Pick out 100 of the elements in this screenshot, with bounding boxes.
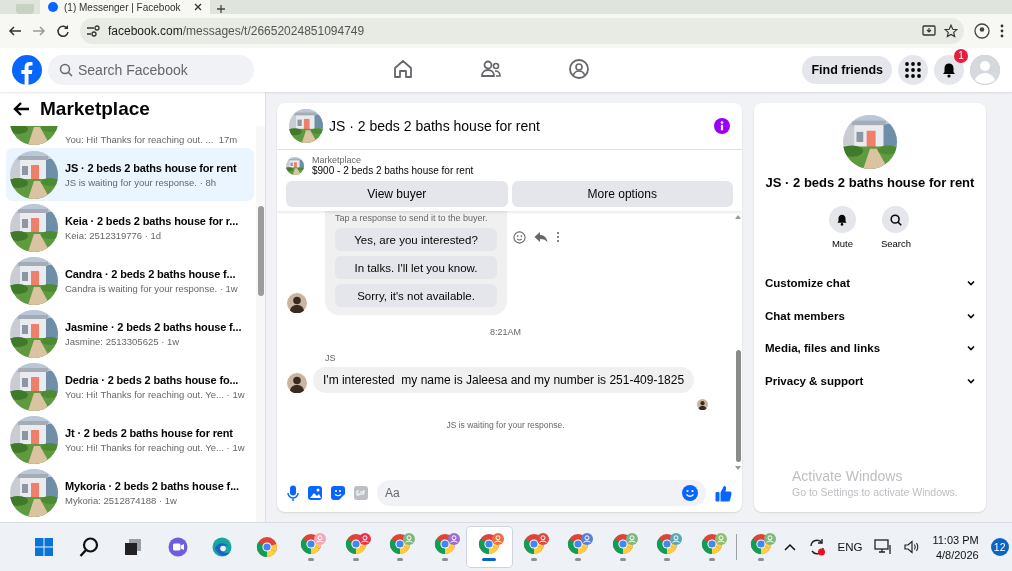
conversation-title: Candra · 2 beds 2 baths house f... bbox=[65, 267, 236, 280]
conversation-preview: You: Hi! Thanks for reaching out. Ye... · 1w bbox=[65, 388, 245, 400]
forward-icon[interactable] bbox=[32, 24, 46, 38]
chevron-icon bbox=[967, 377, 975, 384]
conversation-item[interactable]: Keia · 2 beds 2 baths house for r... Keia: 2512319776 · 1d bbox=[6, 201, 254, 254]
quick-reply-button[interactable]: Sorry, it's not available. bbox=[335, 284, 497, 307]
apps-menu-button[interactable] bbox=[898, 55, 928, 85]
conversation-name: JS · 2 beds 2 baths house for rent bbox=[765, 175, 975, 190]
conversation-preview: JS is waiting for your response. · 8h bbox=[65, 176, 216, 188]
info-icon[interactable] bbox=[714, 118, 730, 134]
clock[interactable]: 11:03 PM 4/8/2026 bbox=[932, 533, 979, 561]
action-button[interactable]: View buyer bbox=[286, 181, 508, 207]
conversation-item[interactable]: JS · 2 beds 2 baths house for rent JS is waiting for your response. · 8h bbox=[6, 148, 254, 201]
conversation-preview: Mykoria: 2512874188 · 1w bbox=[65, 494, 177, 506]
browser-icon bbox=[211, 536, 234, 558]
browser-icon bbox=[255, 536, 278, 558]
reload-icon[interactable] bbox=[56, 24, 70, 38]
back-icon[interactable] bbox=[8, 24, 22, 38]
site-info-icon bbox=[86, 25, 100, 37]
chevron-icon bbox=[967, 312, 975, 319]
avatar-icon bbox=[287, 293, 307, 313]
conversation-item[interactable]: Jasmine · 2 beds 2 baths house f... Jasmine: 2513305625 · 1w bbox=[6, 307, 254, 360]
scroll-up-icon[interactable] bbox=[735, 215, 741, 219]
conversation-item[interactable]: You: Hi! Thanks for reaching out. ... 17m bbox=[6, 126, 254, 148]
conversation-title: Jt · 2 beds 2 baths house for rent bbox=[65, 426, 233, 439]
bell-icon bbox=[941, 62, 957, 78]
conversation-preview: Jasmine: 2513305625 · 1w bbox=[65, 335, 180, 347]
avatar-icon bbox=[970, 55, 1000, 85]
notification-badge: 1 bbox=[954, 49, 968, 63]
emoji-icon[interactable] bbox=[513, 230, 526, 244]
sticker-icon[interactable] bbox=[331, 486, 345, 500]
seen-avatar-icon bbox=[697, 399, 708, 410]
section-header[interactable]: Chat members bbox=[765, 299, 975, 332]
find-friends-button[interactable]: Find friends bbox=[802, 56, 892, 84]
network-icon[interactable] bbox=[874, 539, 893, 555]
address-bar[interactable]: facebook.com/messages/t/26652024851094749 bbox=[80, 18, 964, 44]
message-field[interactable]: Aa bbox=[377, 480, 706, 506]
scroll-down-icon[interactable] bbox=[735, 466, 741, 470]
panel-title: Marketplace bbox=[40, 98, 150, 120]
notification-badge[interactable]: 12 bbox=[990, 538, 1009, 556]
quick-reply-hint: Tap a response to send it to the buyer. bbox=[335, 213, 489, 223]
conversation-preview: Keia: 2512319776 · 1d bbox=[65, 229, 162, 241]
conversation-preview: Candra is waiting for your response. · 1w bbox=[65, 282, 238, 294]
listing-title[interactable]: $900 - 2 beds 2 baths house for rent bbox=[312, 165, 474, 176]
message-bubble: I'm interested my name is Jaleesa and my number is 251-409-1825 bbox=[313, 367, 695, 393]
quick-reply-button[interactable]: Yes, are you interested? bbox=[335, 228, 497, 251]
install-icon[interactable] bbox=[922, 25, 936, 37]
chevron-up-icon[interactable] bbox=[783, 543, 796, 551]
menu-icon[interactable] bbox=[1000, 24, 1004, 38]
action-button[interactable]: More options bbox=[511, 181, 733, 207]
sync-icon[interactable] bbox=[807, 538, 826, 556]
chat-title: JS · 2 beds 2 baths house for rent bbox=[329, 118, 541, 134]
facebook-logo-icon bbox=[48, 2, 58, 12]
search-icon bbox=[77, 536, 100, 558]
close-icon[interactable] bbox=[194, 3, 202, 11]
photo-icon[interactable] bbox=[308, 486, 322, 500]
quick-reply-button[interactable]: In talks. I'll let you know. bbox=[335, 256, 497, 279]
facebook-logo-icon[interactable] bbox=[12, 55, 42, 85]
chevron-icon bbox=[967, 280, 975, 287]
section-header[interactable]: Privacy & support bbox=[765, 364, 975, 397]
avatar-icon bbox=[287, 373, 307, 393]
status-text: JS is waiting for your response. bbox=[445, 420, 566, 430]
search-icon bbox=[889, 212, 903, 227]
section-header[interactable]: Customize chat bbox=[765, 267, 975, 300]
conversation-title: Keia · 2 beds 2 baths house for r... bbox=[65, 214, 239, 227]
new-tab-icon[interactable] bbox=[216, 4, 226, 14]
conversation-preview: You: Hi! Thanks for reaching out. Ye... · 1w bbox=[65, 441, 245, 453]
section-header[interactable]: Media, files and links bbox=[765, 332, 975, 365]
scrollbar[interactable] bbox=[256, 126, 265, 522]
chevron-icon bbox=[967, 345, 975, 352]
message-time: 8:21AM bbox=[489, 327, 522, 337]
conversation-title: Dedria · 2 beds 2 baths house fo... bbox=[65, 373, 239, 386]
bookmark-star-icon[interactable] bbox=[944, 24, 958, 38]
start-icon bbox=[33, 536, 56, 558]
activation-text: Go to Settings to activate Windows. bbox=[792, 486, 959, 498]
listing-source: Marketplace bbox=[312, 155, 363, 165]
thumbs-up-icon[interactable] bbox=[715, 484, 732, 502]
conversation-item[interactable]: Candra · 2 beds 2 baths house f... Candra is waiting for your response. · 1w bbox=[6, 254, 254, 307]
more-icon[interactable] bbox=[556, 231, 560, 243]
conversation-title: Mykoria · 2 beds 2 baths house f... bbox=[65, 479, 239, 492]
reply-icon[interactable] bbox=[534, 231, 548, 243]
conversation-item[interactable]: Mykoria · 2 beds 2 baths house f... Mykoria: 2512874188 · 1w bbox=[6, 466, 254, 519]
search-icon bbox=[59, 63, 73, 77]
conversation-title: JS · 2 beds 2 baths house for rent bbox=[65, 161, 237, 174]
back-arrow-icon[interactable] bbox=[12, 101, 30, 117]
activation-title: Activate Windows bbox=[792, 468, 904, 484]
sender-name: JS bbox=[325, 353, 337, 363]
browser-tab[interactable]: (1) Messenger | Facebook bbox=[40, 0, 210, 14]
conversation-item[interactable]: Jt · 2 beds 2 baths house for rent You: Hi! Thanks for reaching out. Ye... · 1w bbox=[6, 413, 254, 466]
grid-icon bbox=[905, 62, 921, 78]
search-field[interactable]: Search Facebook bbox=[48, 55, 254, 85]
language-indicator[interactable]: ENG bbox=[837, 541, 863, 553]
emoji-icon[interactable] bbox=[682, 485, 698, 501]
profile-icon[interactable] bbox=[974, 23, 990, 39]
conversation-preview: You: Hi! Thanks for reaching out. ... 17m bbox=[65, 134, 238, 145]
volume-icon[interactable] bbox=[904, 540, 921, 554]
groups-icon bbox=[567, 56, 591, 81]
microphone-icon[interactable] bbox=[287, 485, 299, 501]
conversation-item[interactable]: Dedria · 2 beds 2 baths house fo... You: Hi! Thanks for reaching out. Ye... · 1w bbox=[6, 360, 254, 413]
conversation-title: Jasmine · 2 beds 2 baths house f... bbox=[65, 320, 242, 333]
